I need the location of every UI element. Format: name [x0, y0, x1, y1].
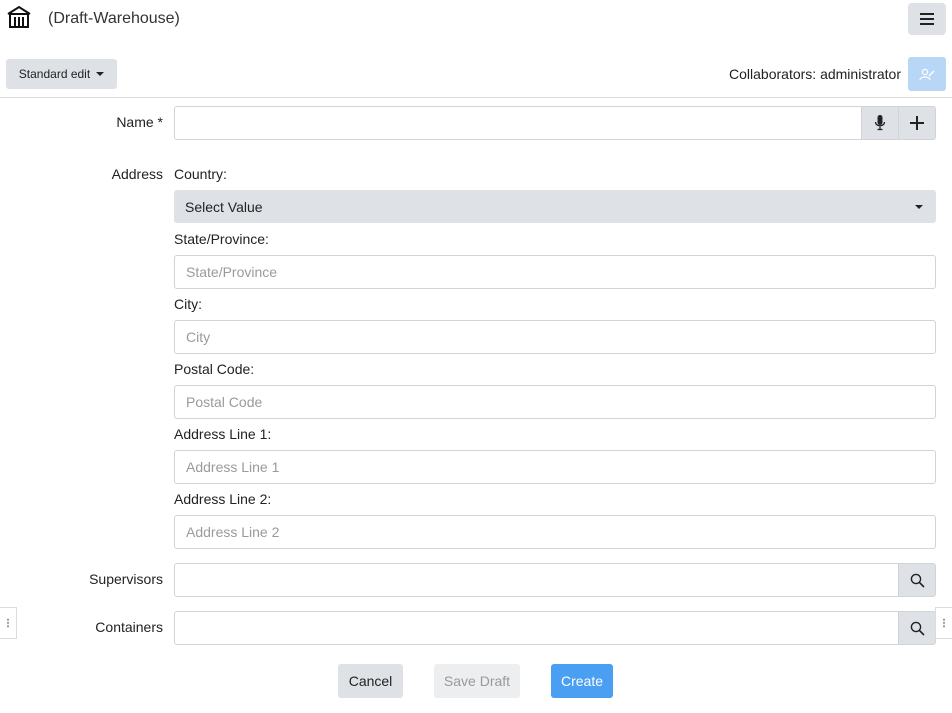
country-label: Country:: [174, 166, 227, 182]
edit-mode-label: Standard edit: [18, 67, 91, 81]
postal-code-label: Postal Code:: [174, 361, 255, 377]
drag-dots-icon: [943, 618, 945, 628]
left-drag-handle[interactable]: [0, 607, 17, 639]
state-label: State/Province:: [174, 231, 269, 247]
hamburger-icon: [920, 13, 934, 25]
user-edit-icon: [919, 68, 935, 81]
address-label: Address: [111, 166, 163, 182]
voice-input-button[interactable]: [861, 106, 899, 140]
caret-down-icon: [915, 205, 923, 209]
create-button[interactable]: Create: [551, 664, 613, 698]
collaborator-button[interactable]: [908, 57, 946, 91]
country-selected-value: Select Value: [185, 198, 263, 215]
supervisors-label: Supervisors: [89, 571, 163, 587]
caret-down-icon: [96, 72, 105, 76]
warehouse-icon[interactable]: [6, 5, 32, 29]
microphone-icon: [874, 115, 886, 131]
search-icon: [910, 573, 925, 588]
state-input[interactable]: [174, 255, 936, 289]
add-button[interactable]: [898, 106, 936, 140]
plus-icon: [910, 116, 924, 130]
edit-mode-dropdown[interactable]: Standard edit: [6, 59, 117, 89]
supervisors-input[interactable]: [174, 563, 899, 597]
toolbar: Standard edit Collaborators: administrat…: [0, 56, 952, 98]
city-input[interactable]: [174, 320, 936, 354]
address-line1-label: Address Line 1:: [174, 426, 272, 442]
address-line2-input[interactable]: [174, 515, 936, 549]
cancel-button[interactable]: Cancel: [338, 664, 403, 698]
search-icon: [910, 621, 925, 636]
country-select[interactable]: Select Value: [174, 190, 936, 223]
drag-dots-icon: [7, 618, 9, 628]
page-title: (Draft-Warehouse): [48, 10, 180, 27]
name-label: Name *: [116, 114, 163, 130]
menu-button[interactable]: [908, 3, 946, 35]
containers-label: Containers: [95, 619, 163, 635]
address-line2-label: Address Line 2:: [174, 491, 272, 507]
right-drag-handle[interactable]: [935, 607, 952, 639]
supervisors-search-button[interactable]: [898, 563, 936, 597]
containers-search-button[interactable]: [898, 611, 936, 645]
containers-input[interactable]: [174, 611, 899, 645]
postal-code-input[interactable]: [174, 385, 936, 419]
city-label: City:: [174, 296, 202, 312]
address-line1-input[interactable]: [174, 450, 936, 484]
collaborators-text: Collaborators: administrator: [729, 66, 901, 82]
header: (Draft-Warehouse): [0, 0, 952, 40]
save-draft-button[interactable]: Save Draft: [434, 664, 520, 698]
name-input[interactable]: [174, 106, 862, 140]
